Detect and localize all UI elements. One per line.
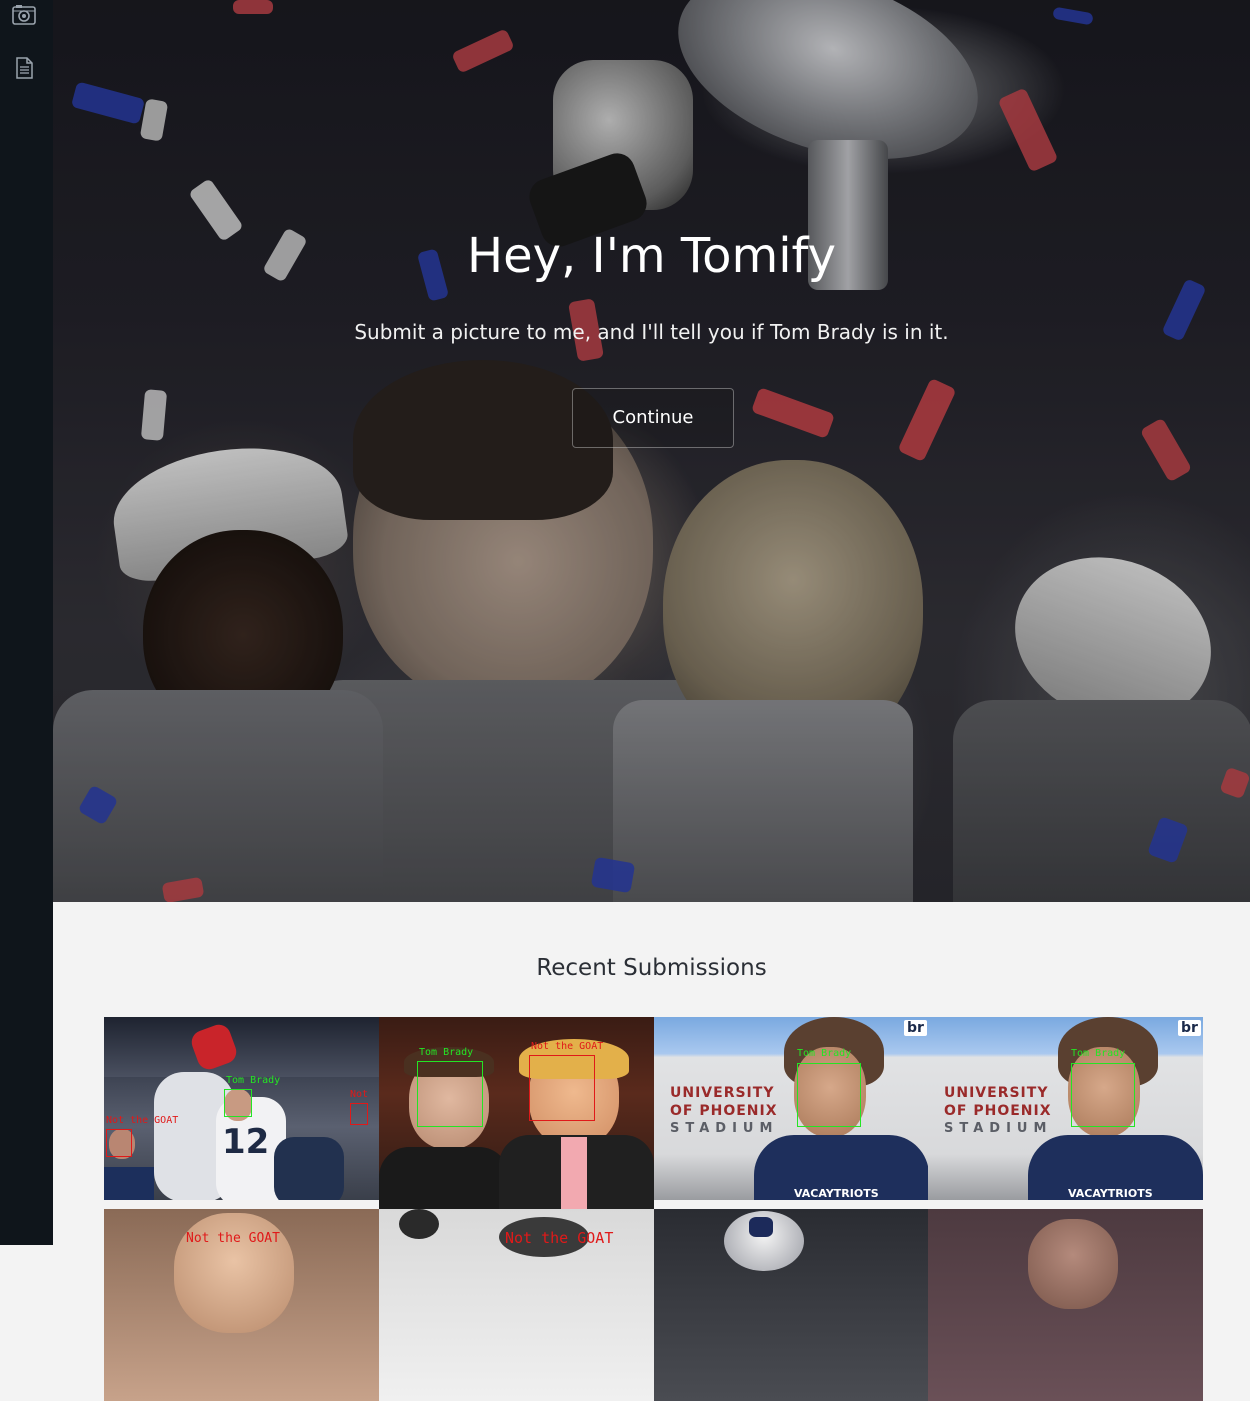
detection-box: [797, 1063, 861, 1127]
camera-icon[interactable]: [12, 4, 36, 28]
detection-label: Not the GOAT: [106, 1115, 179, 1126]
detection-box: [224, 1089, 252, 1117]
stadium-sign-line: OF PHOENIX: [944, 1103, 1052, 1119]
detection-box: [417, 1061, 483, 1127]
hero-section: Hey, I'm Tomify Submit a picture to me, …: [53, 0, 1250, 902]
detection-label: Tom Brady: [1071, 1048, 1126, 1059]
detection-box: [106, 1129, 132, 1157]
submission-thumbnail[interactable]: Tom Brady Not the GOAT: [379, 1017, 654, 1209]
detection-label: Not the GOAT: [531, 1041, 604, 1052]
submission-thumbnail[interactable]: 12 Tom Brady Not the GOAT Not: [104, 1017, 379, 1200]
hero-title: Hey, I'm Tomify: [467, 228, 836, 284]
sidebar: [0, 0, 53, 1245]
submission-thumbnail[interactable]: [928, 1209, 1203, 1401]
detection-label: Not: [350, 1089, 369, 1100]
stadium-sign-line: STADIUM: [944, 1121, 1053, 1136]
submissions-grid: 12 Tom Brady Not the GOAT Not Tom Brady …: [104, 1017, 1203, 1401]
submission-thumbnail[interactable]: Not the GOAT: [379, 1209, 654, 1401]
detection-label: Tom Brady: [419, 1047, 474, 1058]
recent-submissions-title: Recent Submissions: [536, 955, 767, 981]
hero-subtitle: Submit a picture to me, and I'll tell yo…: [354, 320, 949, 344]
detection-label: Tom Brady: [226, 1075, 281, 1086]
document-icon[interactable]: [12, 56, 36, 80]
continue-button[interactable]: Continue: [572, 388, 734, 448]
stadium-sign-line: OF PHOENIX: [670, 1103, 778, 1119]
detection-box: [1071, 1063, 1135, 1127]
hero-overlay: [53, 0, 1250, 902]
stadium-sign-line: UNIVERSITY: [670, 1085, 775, 1101]
stadium-sign-line: UNIVERSITY: [944, 1085, 1049, 1101]
detection-label: Not the GOAT: [186, 1231, 280, 1246]
submission-thumbnail[interactable]: [654, 1209, 928, 1401]
jersey-number: 12: [222, 1122, 270, 1162]
submission-thumbnail[interactable]: Not the GOAT: [104, 1209, 379, 1401]
submission-thumbnail[interactable]: UNIVERSITY OF PHOENIX STADIUM br VACAYTR…: [654, 1017, 928, 1200]
detection-label: Not the GOAT: [505, 1229, 614, 1247]
detection-label: Tom Brady: [797, 1048, 852, 1059]
detection-box: [529, 1055, 595, 1121]
detection-box: [350, 1103, 368, 1125]
br-logo: br: [1178, 1020, 1201, 1036]
submission-thumbnail[interactable]: UNIVERSITY OF PHOENIX STADIUM br VACAYTR…: [928, 1017, 1203, 1200]
shirt-text: VACAYTRIOTS: [794, 1187, 879, 1200]
stadium-sign-line: STADIUM: [670, 1121, 779, 1136]
br-logo: br: [904, 1020, 927, 1036]
shirt-text: VACAYTRIOTS: [1068, 1187, 1153, 1200]
